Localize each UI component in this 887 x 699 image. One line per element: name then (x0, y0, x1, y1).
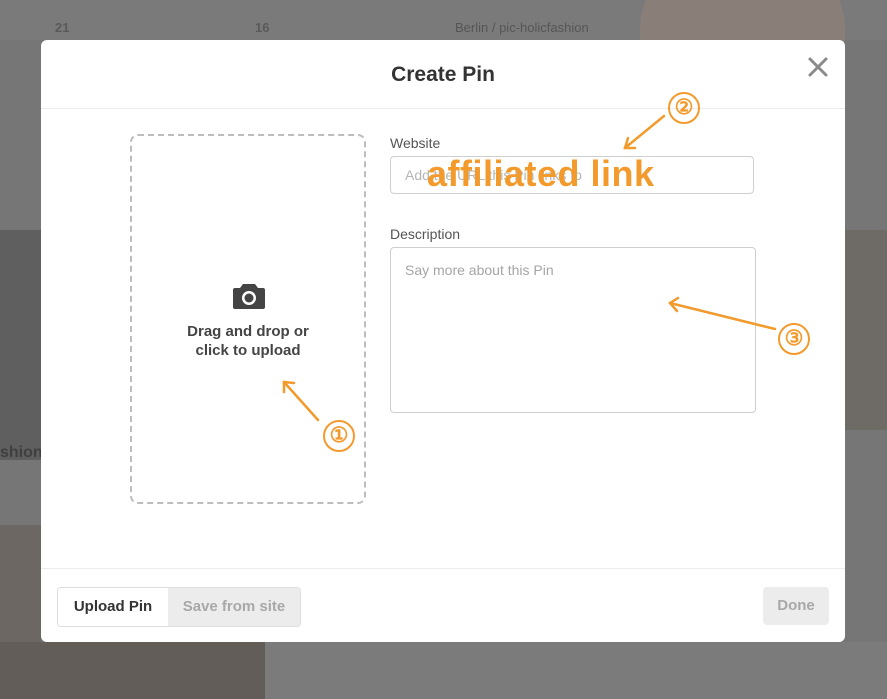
dialog-title: Create Pin (391, 63, 495, 86)
pin-source-tabs: Upload Pin Save from site (57, 587, 301, 627)
close-icon (808, 57, 828, 77)
background-image (0, 230, 41, 460)
website-label: Website (390, 135, 441, 151)
background-count: 21 (55, 20, 70, 35)
dialog-header: Create Pin (41, 40, 845, 109)
close-button[interactable] (807, 56, 829, 78)
done-button[interactable]: Done (763, 587, 829, 625)
create-pin-dialog: Create Pin Drag and drop or click to upl… (41, 40, 845, 642)
upload-instructions: Drag and drop or click to upload (132, 322, 364, 360)
background-side-text: shion (0, 444, 43, 461)
tab-upload-pin[interactable]: Upload Pin (58, 588, 168, 626)
description-textarea[interactable] (390, 247, 756, 413)
background-caption: Berlin / pic-holicfashion (455, 20, 589, 35)
background-count: 16 (255, 20, 270, 35)
website-input[interactable] (390, 156, 754, 194)
upload-text-line: click to upload (195, 342, 301, 359)
background-image (0, 642, 265, 699)
dialog-footer: Upload Pin Save from site Done (41, 568, 845, 642)
image-upload-dropzone[interactable]: Drag and drop or click to upload (130, 134, 366, 504)
camera-icon (233, 284, 265, 309)
upload-text-line: Drag and drop or (187, 323, 309, 340)
background-image (845, 230, 887, 430)
description-label: Description (390, 226, 461, 242)
tab-save-from-site[interactable]: Save from site (168, 588, 300, 626)
